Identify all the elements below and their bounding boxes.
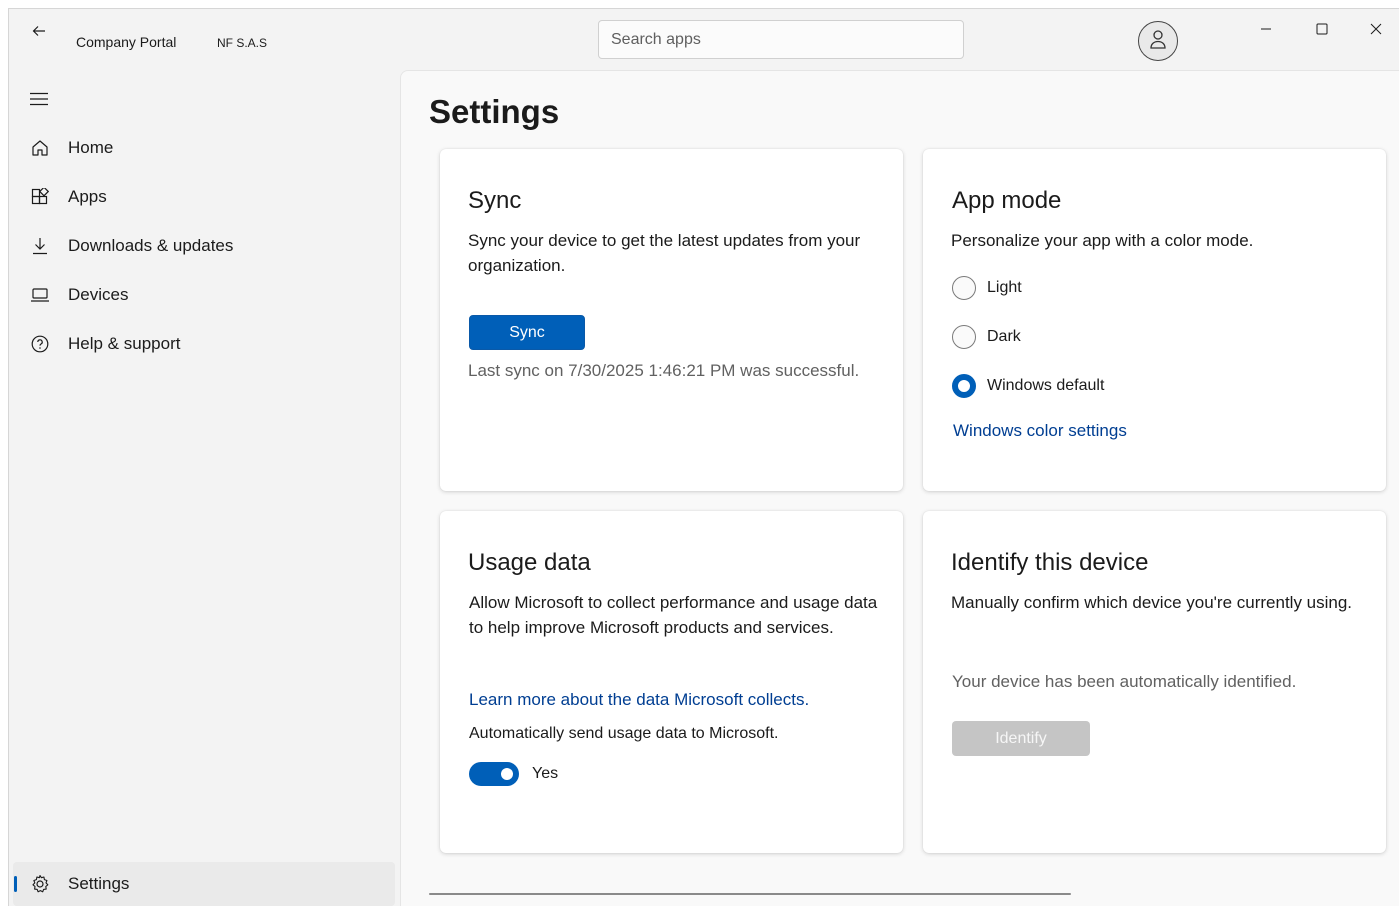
sidebar-item-label: Downloads & updates bbox=[68, 236, 234, 255]
hamburger-menu-button[interactable] bbox=[23, 85, 55, 117]
usage-data-description: Allow Microsoft to collect performance a… bbox=[469, 593, 878, 637]
app-mode-description: Personalize your app with a color mode. bbox=[951, 231, 1254, 250]
sidebar-item-label: Devices bbox=[68, 285, 129, 304]
sidebar-item-settings[interactable]: Settings bbox=[13, 862, 395, 906]
minimize-icon bbox=[1260, 22, 1272, 40]
radio-windows-default-label: Windows default bbox=[987, 377, 1105, 394]
app-title: Company Portal bbox=[76, 34, 177, 50]
sync-button[interactable]: Sync bbox=[469, 315, 585, 350]
sidebar-item-downloads[interactable]: Downloads & updates bbox=[13, 224, 395, 268]
gear-icon bbox=[29, 873, 51, 895]
radio-light[interactable]: Light bbox=[952, 276, 1022, 300]
sidebar-item-home[interactable]: Home bbox=[13, 126, 395, 170]
organization-name: NF S.A.S bbox=[217, 36, 268, 50]
radio-dark-indicator[interactable] bbox=[952, 325, 976, 349]
identify-status: Your device has been automatically ident… bbox=[952, 672, 1297, 691]
page-title: Settings bbox=[429, 93, 560, 130]
back-button[interactable] bbox=[23, 17, 55, 49]
last-sync-status: Last sync on 7/30/2025 1:46:21 PM was su… bbox=[468, 361, 860, 380]
radio-dark-label: Dark bbox=[987, 328, 1021, 345]
home-icon bbox=[29, 137, 51, 159]
app-mode-card-title: App mode bbox=[952, 187, 1062, 214]
settings-content: Settings Sync Sync your device to get th… bbox=[400, 70, 1399, 906]
sync-description: Sync your device to get the latest updat… bbox=[468, 231, 861, 275]
sidebar-item-label: Settings bbox=[68, 874, 130, 893]
help-icon bbox=[29, 333, 51, 355]
selection-indicator bbox=[14, 876, 17, 892]
app-window: Company Portal NF S.A.S Search apps Home… bbox=[8, 8, 1399, 906]
app-mode-card: App mode Personalize your app with a col… bbox=[923, 149, 1386, 491]
back-arrow-icon bbox=[32, 24, 46, 43]
radio-dark[interactable]: Dark bbox=[952, 325, 1021, 349]
sidebar-item-help[interactable]: Help & support bbox=[13, 322, 395, 366]
close-button[interactable] bbox=[1353, 15, 1399, 47]
minimize-button[interactable] bbox=[1243, 15, 1289, 47]
usage-data-card: Usage data Allow Microsoft to collect pe… bbox=[440, 511, 903, 853]
account-avatar-button[interactable] bbox=[1138, 21, 1178, 61]
apps-icon bbox=[29, 186, 51, 208]
sidebar-item-label: Apps bbox=[68, 187, 107, 206]
sidebar-item-devices[interactable]: Devices bbox=[13, 273, 395, 317]
usage-data-toggle[interactable] bbox=[469, 762, 519, 786]
hamburger-icon bbox=[30, 92, 48, 111]
horizontal-scrollbar[interactable] bbox=[429, 893, 1071, 895]
windows-color-settings-link[interactable]: Windows color settings bbox=[953, 421, 1127, 441]
usage-toggle-caption: Automatically send usage data to Microso… bbox=[469, 725, 779, 742]
identify-button[interactable]: Identify bbox=[952, 721, 1090, 756]
download-icon bbox=[29, 235, 51, 257]
title-bar: Company Portal NF S.A.S bbox=[9, 9, 1399, 71]
radio-windows-default-indicator[interactable] bbox=[952, 374, 976, 398]
radio-windows-default[interactable]: Windows default bbox=[952, 374, 1104, 398]
sidebar-item-label: Home bbox=[68, 138, 114, 157]
sync-card-title: Sync bbox=[468, 187, 522, 214]
sidebar-item-label: Help & support bbox=[68, 334, 181, 353]
radio-light-indicator[interactable] bbox=[952, 276, 976, 300]
identify-card-title: Identify this device bbox=[951, 549, 1149, 576]
close-icon bbox=[1370, 22, 1382, 40]
maximize-icon bbox=[1316, 22, 1328, 40]
laptop-icon bbox=[29, 284, 51, 306]
toggle-knob bbox=[501, 768, 513, 780]
radio-light-label: Light bbox=[987, 279, 1022, 296]
sync-card: Sync Sync your device to get the latest … bbox=[440, 149, 903, 491]
sidebar-item-apps[interactable]: Apps bbox=[13, 175, 395, 219]
identify-device-card: Identify this device Manually confirm wh… bbox=[923, 511, 1386, 853]
learn-more-link[interactable]: Learn more about the data Microsoft coll… bbox=[469, 690, 809, 710]
identify-description: Manually confirm which device you're cur… bbox=[951, 593, 1353, 612]
usage-toggle-label: Yes bbox=[532, 765, 559, 782]
usage-data-card-title: Usage data bbox=[468, 549, 591, 576]
maximize-button[interactable] bbox=[1299, 15, 1345, 47]
person-icon bbox=[1149, 29, 1167, 54]
search-input[interactable] bbox=[598, 20, 964, 59]
